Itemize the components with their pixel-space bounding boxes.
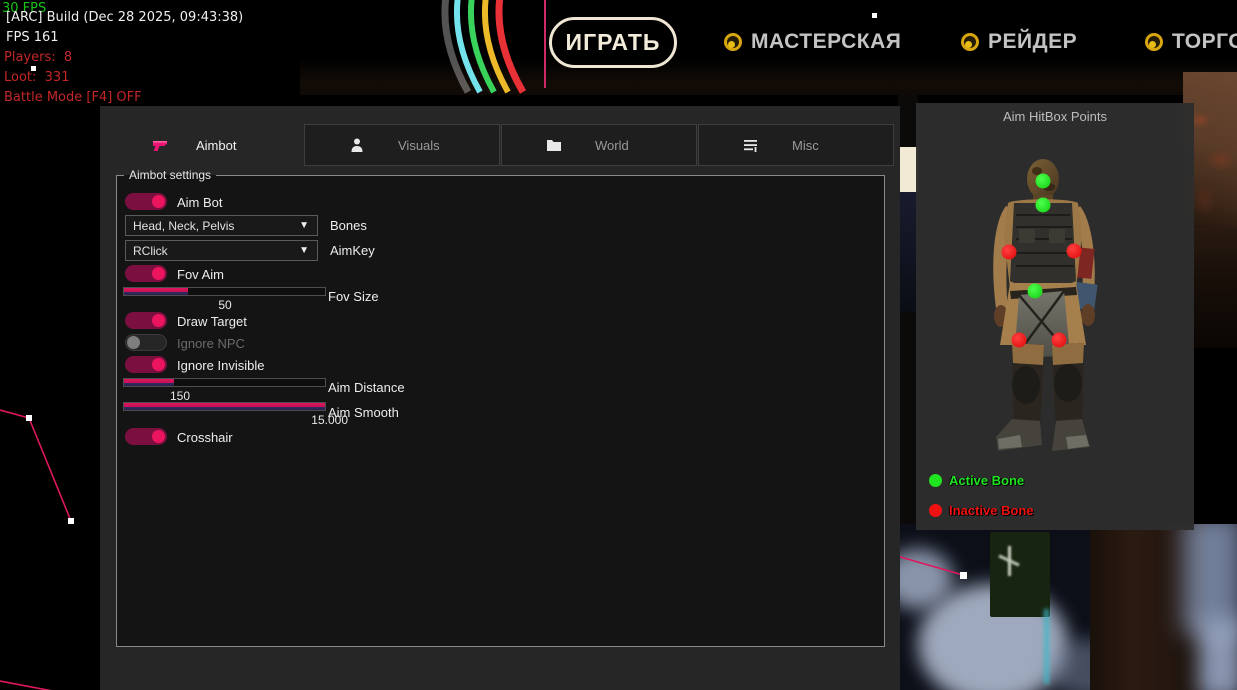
aimkey-dropdown[interactable]: RClick ▼ — [125, 240, 318, 261]
tab-label: Visuals — [398, 138, 440, 153]
sliders-icon — [743, 137, 759, 153]
bones-dropdown[interactable]: Head, Neck, Pelvis ▼ — [125, 215, 318, 236]
tab-misc[interactable]: Misc — [698, 124, 894, 166]
coin-icon — [961, 33, 979, 51]
hitbox-point-left-shoulder — [1002, 245, 1017, 260]
ignore-npc-toggle[interactable] — [125, 334, 167, 351]
legend-label: Active Bone — [949, 473, 1024, 488]
tab-visuals[interactable]: Visuals — [304, 124, 500, 166]
coin-icon — [724, 33, 742, 51]
crosshair-toggle[interactable] — [125, 428, 167, 445]
fov-size-label: Fov Size — [328, 289, 379, 304]
aimkey-dropdown-value: RClick — [133, 244, 168, 258]
aim-smooth-slider-fill — [124, 403, 325, 410]
tab-label: World — [595, 138, 629, 153]
draw-target-label: Draw Target — [177, 314, 247, 329]
fov-size-value: 50 — [190, 298, 260, 312]
legend-inactive-bone: Inactive Bone — [929, 503, 1034, 518]
aimkey-label: AimKey — [330, 243, 375, 258]
tab-label: Misc — [792, 138, 819, 153]
aim-hitbox-panel: Aim HitBox Points — [916, 103, 1194, 530]
aim-distance-slider-fill — [124, 379, 174, 386]
draw-target-toggle[interactable] — [125, 312, 167, 329]
folder-icon — [546, 137, 562, 153]
tab-aimbot[interactable]: Aimbot — [116, 124, 303, 166]
aim-distance-label: Aim Distance — [328, 380, 405, 395]
hitbox-point-right-shoulder — [1067, 244, 1082, 259]
legend-label: Inactive Bone — [949, 503, 1034, 518]
hitbox-point-head — [1036, 174, 1051, 189]
menu-item-workshop[interactable]: МАСТЕРСКАЯ — [724, 28, 901, 56]
crosshair-label: Crosshair — [177, 430, 233, 445]
ignore-invisible-toggle[interactable] — [125, 356, 167, 373]
debug-overlay: 30 FPS [ARC] Build (Dec 28 2025, 09:43:3… — [2, 0, 10, 105]
aim-distance-slider[interactable] — [123, 378, 326, 387]
inactive-bone-dot-icon — [929, 504, 942, 517]
hitbox-point-right-thigh — [1052, 333, 1067, 348]
fps-info: FPS 161 — [6, 30, 336, 45]
group-title: Aimbot settings — [124, 168, 216, 182]
hitbox-point-pelvis — [1028, 284, 1043, 299]
aim-bot-label: Aim Bot — [177, 195, 223, 210]
menu-item-label: ТОРГО — [1172, 30, 1237, 54]
battle-mode-status: Battle Mode [F4] OFF — [4, 90, 334, 105]
ignore-npc-label: Ignore NPC — [177, 336, 245, 351]
loot-count: Loot: 331 — [4, 70, 334, 85]
aim-bot-toggle[interactable] — [125, 193, 167, 210]
coin-icon — [1145, 33, 1163, 51]
tab-label: Aimbot — [196, 138, 236, 153]
bones-dropdown-value: Head, Neck, Pelvis — [133, 219, 234, 233]
build-info: [ARC] Build (Dec 28 2025, 09:43:38) — [6, 10, 336, 25]
chevron-down-icon: ▼ — [299, 220, 309, 231]
play-button[interactable]: ИГРАТЬ — [549, 17, 677, 68]
menu-item-label: МАСТЕРСКАЯ — [751, 30, 901, 54]
fov-aim-toggle[interactable] — [125, 265, 167, 282]
hitbox-point-neck — [1036, 198, 1051, 213]
fov-aim-label: Fov Aim — [177, 267, 224, 282]
fov-size-slider[interactable] — [123, 287, 326, 296]
menu-item-label: РЕЙДЕР — [988, 30, 1077, 54]
menu-item-raider[interactable]: РЕЙДЕР — [961, 28, 1077, 56]
aim-smooth-slider[interactable] — [123, 402, 326, 411]
ignore-invisible-label: Ignore Invisible — [177, 358, 264, 373]
tab-world[interactable]: World — [501, 124, 697, 166]
aim-smooth-label: Aim Smooth — [328, 405, 399, 420]
bones-label: Bones — [330, 218, 367, 233]
players-count: Players: 8 — [4, 50, 334, 65]
menu-item-trade[interactable]: ТОРГО — [1145, 28, 1237, 56]
fov-size-slider-fill — [124, 288, 188, 295]
cheat-menu-panel: Aimbot Visuals World Misc Aimbot setting… — [100, 106, 900, 690]
player-model — [916, 103, 1194, 530]
legend-active-bone: Active Bone — [929, 473, 1024, 488]
aim-distance-value: 150 — [145, 389, 215, 403]
chevron-down-icon: ▼ — [299, 245, 309, 256]
pistol-icon — [152, 137, 168, 153]
person-icon — [349, 137, 365, 153]
active-bone-dot-icon — [929, 474, 942, 487]
hitbox-point-left-thigh — [1012, 333, 1027, 348]
